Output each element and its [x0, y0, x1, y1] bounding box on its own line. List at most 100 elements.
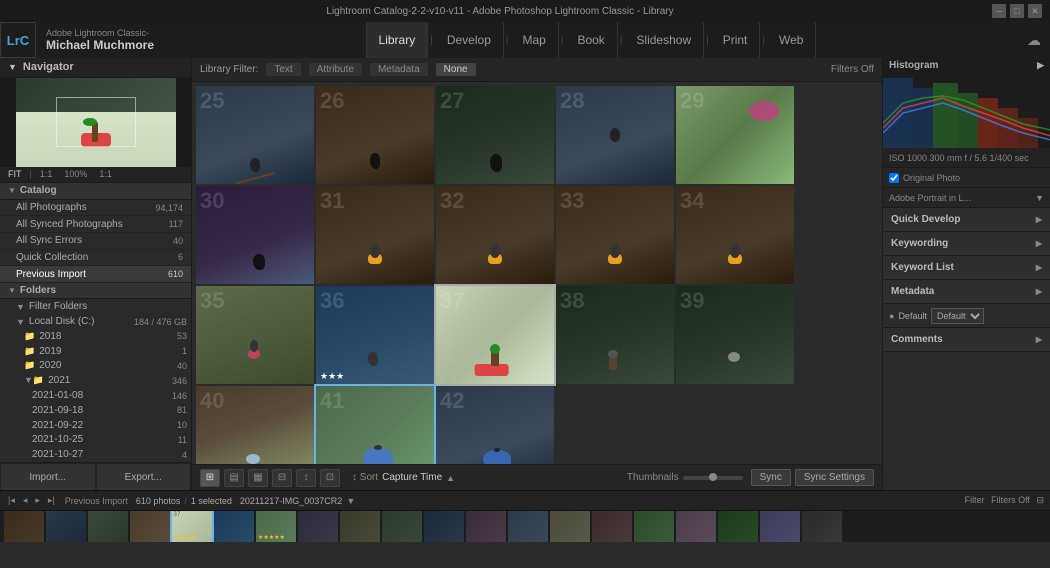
- catalog-previous-import[interactable]: Previous Import 610: [0, 266, 191, 283]
- sort-value[interactable]: Capture Time: [382, 472, 442, 483]
- photo-30[interactable]: 30: [196, 186, 314, 284]
- catalog-quick-collection[interactable]: Quick Collection 6: [0, 250, 191, 267]
- folder-2021[interactable]: ▼📁 2021 346: [0, 373, 191, 388]
- fit-btn[interactable]: FIT: [4, 168, 26, 180]
- local-disk[interactable]: ▼ Local Disk (C:) 184 / 476 GB: [0, 314, 191, 329]
- fs-photo-7[interactable]: ★★★★★: [256, 511, 296, 542]
- catalog-synced[interactable]: All Synced Photographs 117: [0, 216, 191, 233]
- fs-prev-prev-btn[interactable]: |◂: [6, 495, 17, 506]
- module-book[interactable]: Book: [565, 22, 617, 58]
- quick-develop-section[interactable]: Quick Develop ▶: [883, 208, 1050, 232]
- fs-photo-14[interactable]: [550, 511, 590, 542]
- module-develop[interactable]: Develop: [435, 22, 504, 58]
- navigator-header[interactable]: ▼ Navigator: [0, 58, 191, 78]
- zoom-100-btn[interactable]: 100%: [60, 168, 91, 180]
- fs-photo-3[interactable]: [88, 511, 128, 542]
- fs-photo-20[interactable]: [802, 511, 842, 542]
- folder-2021-10-27[interactable]: 2021-10-27 4: [0, 447, 191, 462]
- fs-photo-6[interactable]: [214, 511, 254, 542]
- filter-folders[interactable]: ▼ Filter Folders: [0, 299, 191, 314]
- fs-photo-15[interactable]: [592, 511, 632, 542]
- folder-2021-01-08[interactable]: 2021-01-08 146: [0, 388, 191, 403]
- photo-37[interactable]: 37: [436, 286, 554, 384]
- fs-photo-4[interactable]: [130, 511, 170, 542]
- original-photo-checkbox[interactable]: [889, 173, 899, 183]
- comments-section[interactable]: Comments ▶: [883, 328, 1050, 352]
- folder-2021-10-25[interactable]: 2021-10-25 11: [0, 432, 191, 447]
- sync-button[interactable]: Sync: [751, 469, 791, 486]
- catalog-all-photos[interactable]: All Photographs 94,174: [0, 200, 191, 217]
- metadata-section[interactable]: Metadata ▶: [883, 280, 1050, 304]
- photo-39[interactable]: 39: [676, 286, 794, 384]
- module-library[interactable]: Library: [366, 22, 429, 58]
- import-button[interactable]: Import...: [0, 463, 96, 490]
- module-web[interactable]: Web: [767, 22, 816, 58]
- export-button[interactable]: Export...: [96, 463, 192, 490]
- close-button[interactable]: ✕: [1028, 4, 1042, 18]
- thumbnail-slider[interactable]: [683, 476, 743, 480]
- photo-34[interactable]: 34: [676, 186, 794, 284]
- grid-view-btn[interactable]: ⊞: [200, 469, 220, 487]
- module-slideshow[interactable]: Slideshow: [624, 22, 704, 58]
- folder-2018[interactable]: 📁 2018 53: [0, 329, 191, 344]
- fs-photo-8[interactable]: [298, 511, 338, 542]
- photo-40[interactable]: 40: [196, 386, 314, 464]
- catalog-header[interactable]: ▼ Catalog: [0, 183, 191, 200]
- fs-photo-9[interactable]: [340, 511, 380, 542]
- filter-attribute-btn[interactable]: Attribute: [309, 63, 362, 76]
- fs-photo-11[interactable]: [424, 511, 464, 542]
- fs-next-btn[interactable]: ▸: [33, 495, 42, 506]
- folders-header[interactable]: ▼ Folders: [0, 283, 191, 300]
- sync-settings-button[interactable]: Sync Settings: [795, 469, 874, 486]
- photo-28[interactable]: 28: [556, 86, 674, 184]
- folder-2021-09-22[interactable]: 2021-09-22 10: [0, 418, 191, 433]
- fs-photo-1[interactable]: [4, 511, 44, 542]
- fs-photo-10[interactable]: [382, 511, 422, 542]
- folder-2020[interactable]: 📁 2020 40: [0, 359, 191, 374]
- catalog-sync-errors[interactable]: All Sync Errors 40: [0, 233, 191, 250]
- preset-dropdown[interactable]: ▼: [1035, 193, 1044, 203]
- filter-metadata-btn[interactable]: Metadata: [370, 63, 428, 76]
- zoom-1to1-alt-btn[interactable]: 1:1: [95, 168, 116, 180]
- adobe-preset-label[interactable]: Adobe Portrait in L...: [889, 193, 971, 203]
- fs-photo-37[interactable]: 37 ★★★★: [172, 511, 212, 542]
- photo-33[interactable]: 33: [556, 186, 674, 284]
- module-print[interactable]: Print: [711, 22, 761, 58]
- fs-prev-btn[interactable]: ◂: [21, 495, 30, 506]
- folder-2019[interactable]: 📁 2019 1: [0, 344, 191, 359]
- photo-42[interactable]: 42 ★★★★★: [436, 386, 554, 464]
- fs-photo-13[interactable]: [508, 511, 548, 542]
- photo-38[interactable]: 38: [556, 286, 674, 384]
- fs-photo-16[interactable]: [634, 511, 674, 542]
- filter-none-btn[interactable]: None: [436, 63, 476, 76]
- compare-view-btn[interactable]: ▦: [248, 469, 268, 487]
- keyword-list-section[interactable]: Keyword List ▶: [883, 256, 1050, 280]
- filter-text-btn[interactable]: Text: [266, 63, 300, 76]
- cloud-icon[interactable]: ☁: [1018, 22, 1050, 58]
- photo-35[interactable]: 35: [196, 286, 314, 384]
- sort-arrow[interactable]: ▲: [446, 473, 455, 483]
- minimize-button[interactable]: ─: [992, 4, 1006, 18]
- fs-photo-2[interactable]: [46, 511, 86, 542]
- photo-26[interactable]: 26: [316, 86, 434, 184]
- photo-27[interactable]: 27: [436, 86, 554, 184]
- histogram-expand[interactable]: ▶: [1037, 60, 1044, 71]
- zoom-1to1-btn[interactable]: 1:1: [36, 168, 57, 180]
- loupe-view-btn[interactable]: ▤: [224, 469, 244, 487]
- keywording-section[interactable]: Keywording ▶: [883, 232, 1050, 256]
- survey-view-btn[interactable]: ⊟: [272, 469, 292, 487]
- photo-31[interactable]: 31: [316, 186, 434, 284]
- fs-next-next-btn[interactable]: ▸|: [46, 495, 57, 506]
- folder-2021-09-18[interactable]: 2021-09-18 81: [0, 403, 191, 418]
- fs-filter-icon[interactable]: ⊟: [1036, 495, 1044, 505]
- people-view-btn[interactable]: ↕: [296, 469, 316, 487]
- painter-btn[interactable]: ⊡: [320, 469, 340, 487]
- maximize-button[interactable]: □: [1010, 4, 1024, 18]
- fs-photo-19[interactable]: [760, 511, 800, 542]
- fs-photo-17[interactable]: [676, 511, 716, 542]
- photo-32[interactable]: 32: [436, 186, 554, 284]
- fs-photo-18[interactable]: [718, 511, 758, 542]
- fs-photo-12[interactable]: [466, 511, 506, 542]
- photo-25[interactable]: 25: [196, 86, 314, 184]
- photo-36[interactable]: 36 ★★★: [316, 286, 434, 384]
